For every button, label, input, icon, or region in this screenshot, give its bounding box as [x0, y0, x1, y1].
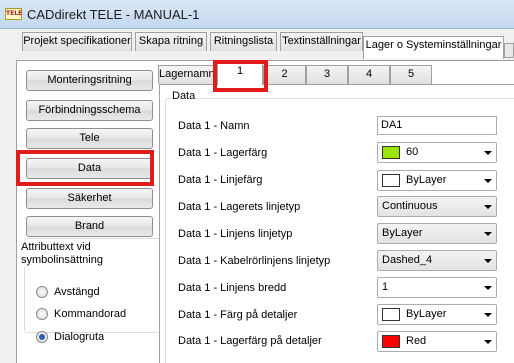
row-label-linjefarg: Data 1 - Linjefärg: [178, 174, 263, 186]
sakerhet-button[interactable]: Säkerhet: [26, 188, 153, 209]
row-label-lagerets-linjetyp: Data 1 - Lagerets linjetyp: [178, 201, 301, 213]
tab-5[interactable]: 5: [390, 65, 432, 84]
chevron-down-icon[interactable]: [484, 259, 492, 263]
radio-avstangd-indicator[interactable]: [36, 286, 48, 298]
radio-dialogruta-indicator[interactable]: [36, 331, 48, 343]
tab-3[interactable]: 3: [306, 65, 348, 84]
linjens-bredd-select[interactable]: 1: [377, 277, 497, 298]
radio-kommandorad-indicator[interactable]: [36, 308, 48, 320]
kabelrorlinjens-linjetyp-select[interactable]: Dashed_4: [377, 250, 497, 271]
forbindningsschema-button[interactable]: Förbindningsschema: [26, 100, 153, 121]
window-body: Projekt specifikationer Skapa ritning Ri…: [0, 29, 514, 363]
farg-pa-detaljer-select[interactable]: ByLayer: [377, 304, 497, 325]
chevron-down-icon[interactable]: [484, 232, 492, 236]
title-bar: TELE CADdirekt TELE - MANUAL-1: [0, 0, 514, 29]
brand-button[interactable]: Brand: [26, 216, 153, 237]
chevron-down-icon[interactable]: [484, 205, 492, 209]
monteringsritning-button[interactable]: Monteringsritning: [26, 70, 153, 91]
app-icon: TELE: [5, 8, 22, 20]
tab-4[interactable]: 4: [348, 65, 390, 84]
tab-2[interactable]: 2: [263, 65, 306, 84]
window-title: CADdirekt TELE - MANUAL-1: [27, 7, 200, 22]
tab-textinstallningar[interactable]: Textinställningar: [280, 32, 363, 51]
tab-skapa-ritning[interactable]: Skapa ritning: [135, 32, 207, 51]
chevron-down-icon[interactable]: [484, 151, 492, 155]
chevron-down-icon[interactable]: [484, 286, 492, 290]
farg-pa-detaljer-swatch: [382, 308, 400, 321]
row-label-farg-pa-detaljer: Data 1 - Färg på detaljer: [178, 309, 298, 321]
namn-input[interactable]: DA1: [377, 116, 497, 135]
row-label-lagerfarg: Data 1 - Lagerfärg: [178, 147, 268, 159]
tele-button[interactable]: Tele: [26, 128, 153, 149]
chevron-down-icon[interactable]: [484, 313, 492, 317]
linjens-linjetyp-select[interactable]: ByLayer: [377, 223, 497, 244]
chevron-down-icon[interactable]: [484, 179, 492, 183]
tab-1-highlight: [213, 60, 268, 92]
lagerfarg-pa-detaljer-select[interactable]: Red: [377, 331, 497, 352]
tab-ritningslista[interactable]: Ritningslista: [210, 32, 277, 51]
tab-scroll-right-icon[interactable]: [504, 43, 514, 58]
lagerfarg-pa-detaljer-swatch: [382, 335, 400, 348]
tab-lager-o-systeminstallningar[interactable]: Lager o Systeminställningar: [363, 36, 504, 59]
tab-lagernamn[interactable]: Lagernamn: [158, 65, 215, 84]
linjefarg-swatch: [382, 174, 400, 187]
row-label-linjens-bredd: Data 1 - Linjens bredd: [178, 282, 287, 294]
row-label-namn: Data 1 - Namn: [178, 120, 250, 132]
linjefarg-select[interactable]: ByLayer: [377, 170, 497, 191]
attribute-text-group-title: Attributtext vid symbolinsättning: [21, 241, 151, 267]
data-button-highlight: [16, 150, 154, 186]
row-label-lagerfarg-pa-detaljer: Data 1 - Lagerfärg på detaljer: [178, 335, 322, 347]
lagerfarg-select[interactable]: 60: [377, 142, 497, 163]
data-group-title: Data: [171, 90, 197, 102]
row-label-linjens-linjetyp: Data 1 - Linjens linjetyp: [178, 228, 293, 240]
lagerfarg-swatch: [382, 146, 400, 159]
row-label-kabelrorlinjens-linjetyp: Data 1 - Kabelrörlinjens linjetyp: [178, 255, 331, 267]
chevron-down-icon[interactable]: [484, 340, 492, 344]
tab-projekt-specifikationer[interactable]: Projekt specifikationer: [22, 32, 132, 51]
lagerets-linjetyp-select[interactable]: Continuous: [377, 196, 497, 217]
